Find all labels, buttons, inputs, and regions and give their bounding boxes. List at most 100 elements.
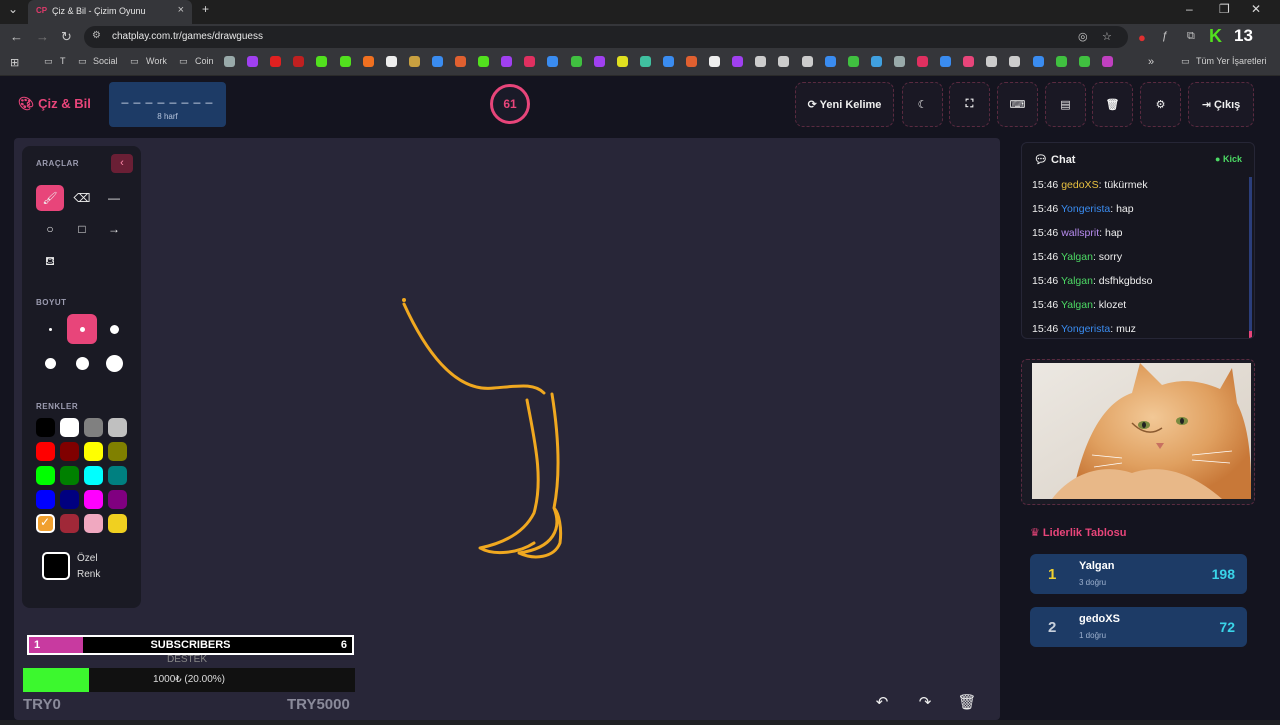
url-text[interactable]: chatplay.com.tr/games/drawguess	[112, 31, 263, 42]
bookmark-t[interactable]: T	[60, 56, 66, 66]
bookmark-social[interactable]: Social	[93, 56, 118, 66]
bookmark-favicon-icon[interactable]	[963, 56, 975, 67]
bookmark-favicon-icon[interactable]	[686, 56, 697, 67]
tab-close-icon[interactable]: ×	[178, 4, 184, 16]
bookmark-work[interactable]: Work	[146, 56, 167, 66]
settings-button[interactable]: ⚙	[1140, 82, 1181, 127]
chat-message-user[interactable]: gedoXS	[1061, 179, 1098, 191]
bookmark-favicon-icon[interactable]	[940, 56, 952, 67]
bookmark-favicon-icon[interactable]	[870, 56, 882, 67]
color-swatch[interactable]	[84, 466, 103, 485]
all-bookmarks[interactable]: Tüm Yer İşaretleri	[1196, 56, 1267, 66]
bookmark-favicon-icon[interactable]	[547, 56, 559, 67]
bookmark-favicon-icon[interactable]	[1009, 56, 1021, 67]
color-swatch[interactable]	[36, 490, 55, 509]
size-option-m[interactable]	[99, 314, 129, 344]
drawing-canvas[interactable]	[14, 138, 1000, 720]
clear-button[interactable]: 🗑︎	[1092, 82, 1133, 127]
minimize-icon[interactable]: –	[1186, 2, 1193, 16]
color-swatch[interactable]	[108, 418, 127, 437]
color-swatch[interactable]	[60, 418, 79, 437]
color-swatch[interactable]	[36, 442, 55, 461]
color-swatch[interactable]	[84, 442, 103, 461]
bookmark-favicon-icon[interactable]	[755, 56, 767, 67]
tab-search-icon[interactable]: ⌄	[8, 2, 18, 16]
size-option-l[interactable]	[35, 348, 65, 378]
color-swatch[interactable]	[84, 418, 103, 437]
rectangle-tool[interactable]: □	[68, 216, 96, 242]
chat-scrollbar-thumb[interactable]	[1249, 331, 1252, 338]
maximize-icon[interactable]: ❐	[1219, 2, 1230, 16]
color-swatch[interactable]	[60, 490, 79, 509]
color-swatch[interactable]	[84, 514, 103, 533]
bookmark-favicon-icon[interactable]	[662, 56, 674, 67]
bookmark-favicon-icon[interactable]	[893, 56, 905, 67]
more-bookmarks-icon[interactable]: »	[1148, 56, 1154, 68]
bookmark-favicon-icon[interactable]	[732, 56, 744, 67]
bookmark-favicon-icon[interactable]	[431, 56, 443, 67]
exit-button[interactable]: ⇥ Çıkış	[1188, 82, 1254, 127]
forward-icon[interactable]: →	[36, 29, 49, 44]
clear-canvas-button[interactable]: 🗑︎	[953, 690, 981, 716]
address-bar[interactable]: ⚙ chatplay.com.tr/games/drawguess ◎ ☆	[84, 26, 1128, 48]
site-info-icon[interactable]: ⚙	[92, 30, 101, 41]
bookmark-favicon-icon[interactable]	[1055, 56, 1067, 67]
bookmark-favicon-icon[interactable]	[593, 56, 605, 67]
circle-tool[interactable]: ○	[36, 216, 64, 242]
collapse-panel-button[interactable]: ‹	[111, 154, 133, 173]
fill-tool[interactable]: ⛾	[36, 248, 64, 274]
bookmark-favicon-icon[interactable]	[847, 56, 859, 67]
apps-grid-icon[interactable]: ⊞	[10, 56, 19, 69]
color-swatch[interactable]	[36, 418, 55, 437]
incognito-eye-icon[interactable]: ◎	[1078, 30, 1088, 43]
bookmark-coin[interactable]: Coin	[195, 56, 214, 66]
bookmark-favicon-icon[interactable]	[270, 56, 282, 67]
bookmark-favicon-icon[interactable]	[408, 56, 420, 67]
redo-button[interactable]: ↷	[911, 690, 939, 716]
fullscreen-button[interactable]: ⛶	[949, 82, 990, 127]
bookmark-favicon-icon[interactable]	[778, 56, 790, 67]
archive-button[interactable]: ▤	[1045, 82, 1086, 127]
bookmark-favicon-icon[interactable]	[316, 56, 328, 67]
bookmark-favicon-icon[interactable]	[824, 56, 836, 67]
chat-message-user[interactable]: Yongerista	[1061, 323, 1110, 335]
size-option-xxl[interactable]	[99, 348, 129, 378]
arrow-tool[interactable]: →	[100, 216, 128, 242]
bookmark-favicon-icon[interactable]	[224, 56, 235, 67]
keyboard-button[interactable]: ⌨	[997, 82, 1038, 127]
bookmark-favicon-icon[interactable]	[709, 56, 721, 67]
color-swatch[interactable]	[84, 490, 103, 509]
window-close-icon[interactable]: ✕	[1251, 2, 1261, 16]
dark-mode-button[interactable]: ☾	[902, 82, 943, 127]
bookmark-favicon-icon[interactable]	[917, 56, 928, 67]
color-swatch[interactable]	[108, 466, 127, 485]
chat-scrollbar[interactable]	[1249, 177, 1252, 337]
color-swatch[interactable]	[108, 442, 127, 461]
chat-message-user[interactable]: Yongerista	[1061, 203, 1110, 215]
new-word-button[interactable]: ⟳ Yeni Kelime	[795, 82, 894, 127]
bookmark-favicon-icon[interactable]	[639, 56, 651, 67]
brush-tool[interactable]: 🖌︎	[36, 185, 64, 211]
eraser-tool[interactable]: ⌫	[68, 185, 96, 211]
extension-red-icon[interactable]: ●	[1138, 30, 1146, 45]
color-swatch[interactable]	[60, 442, 79, 461]
size-option-xl[interactable]	[67, 348, 97, 378]
bookmark-favicon-icon[interactable]	[1101, 56, 1113, 67]
color-swatch[interactable]	[108, 490, 127, 509]
bookmark-favicon-icon[interactable]	[1078, 56, 1090, 67]
bookmark-favicon-icon[interactable]	[616, 56, 628, 67]
extension-f-icon[interactable]: ƒ	[1162, 30, 1168, 42]
bookmark-star-icon[interactable]: ☆	[1102, 30, 1112, 43]
color-swatch[interactable]	[60, 514, 79, 533]
extensions-puzzle-icon[interactable]: ⧉	[1187, 30, 1195, 43]
chat-message-user[interactable]: Yalgan	[1061, 275, 1093, 287]
bookmark-favicon-icon[interactable]	[986, 56, 998, 67]
new-tab-icon[interactable]: +	[202, 2, 209, 16]
color-swatch[interactable]	[60, 466, 79, 485]
bookmark-favicon-icon[interactable]	[1032, 56, 1044, 67]
bookmark-favicon-icon[interactable]	[570, 56, 582, 67]
kick-extension-icon[interactable]: K	[1209, 26, 1222, 47]
bookmark-favicon-icon[interactable]	[247, 56, 259, 67]
chat-message-user[interactable]: Yalgan	[1061, 299, 1093, 311]
line-tool[interactable]: —	[100, 185, 128, 211]
